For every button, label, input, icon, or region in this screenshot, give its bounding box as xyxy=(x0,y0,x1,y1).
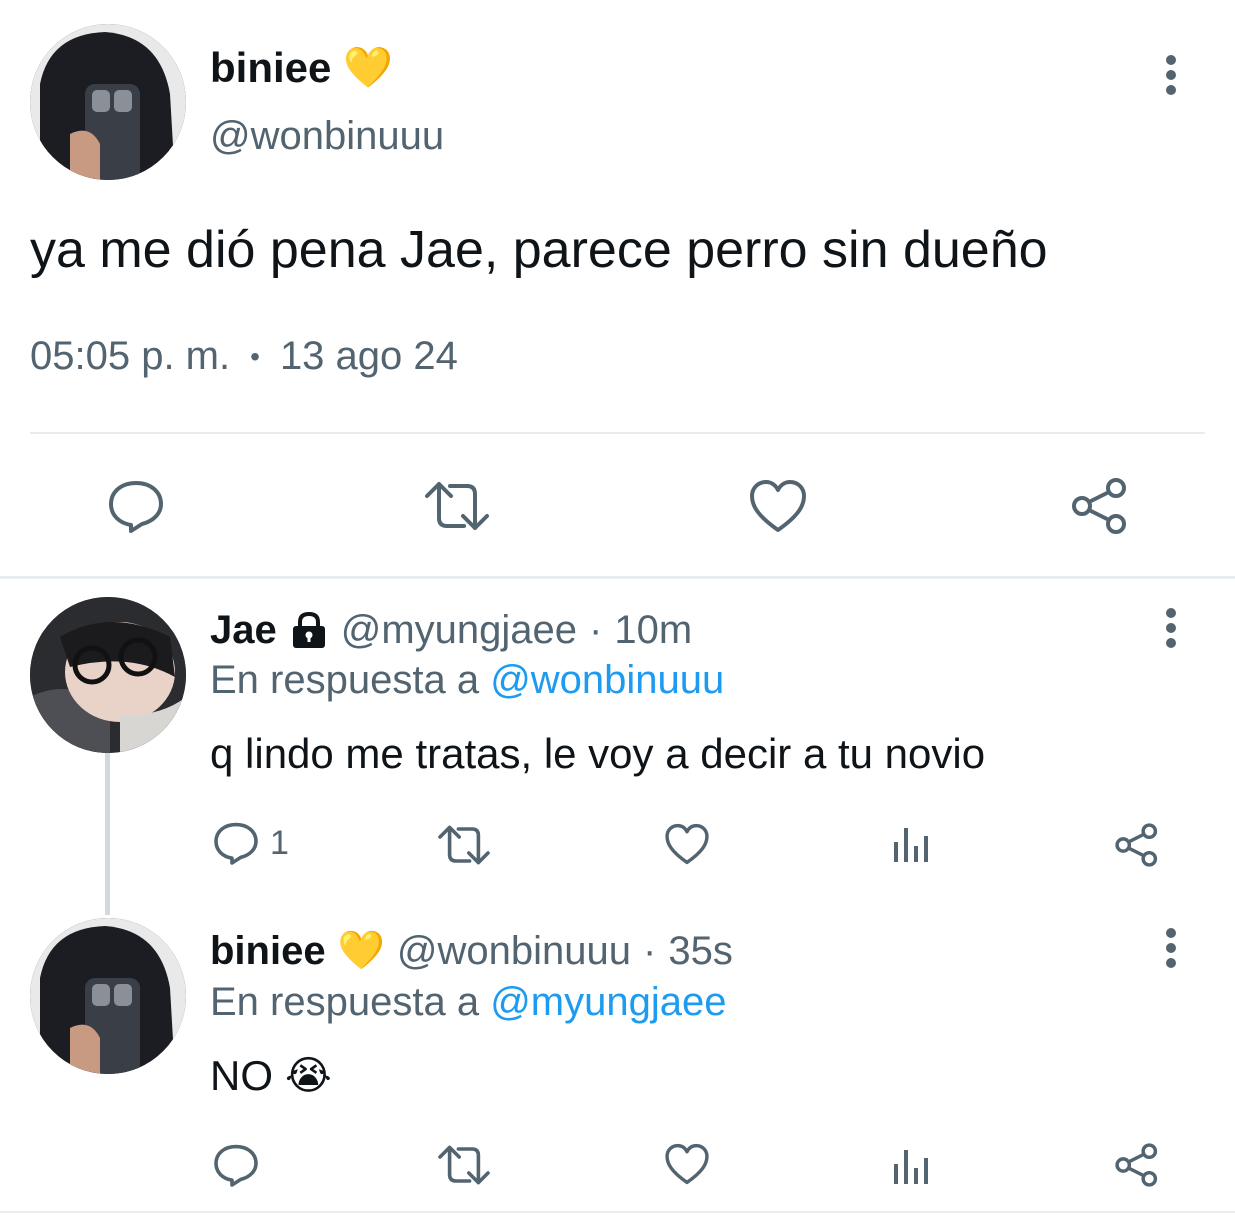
timestamp[interactable]: 35s xyxy=(668,929,733,974)
retweet-icon[interactable] xyxy=(436,822,492,868)
reply-to-prefix: En respuesta a xyxy=(210,658,480,702)
reply-context: En respuesta a @myungjaee xyxy=(210,980,726,1025)
dot-separator: · xyxy=(589,607,603,652)
avatar[interactable] xyxy=(30,597,186,753)
tweet-meta: 05:05 p. m. • 13 ago 24 xyxy=(30,334,458,379)
like-icon[interactable] xyxy=(664,822,710,866)
avatar[interactable] xyxy=(30,918,186,1074)
author-row: Jae @myungjaee · 10m xyxy=(210,604,692,656)
dot-separator: · xyxy=(643,928,657,973)
like-icon[interactable] xyxy=(664,1142,710,1186)
heart-emoji: 💛 xyxy=(337,930,385,972)
analytics-icon[interactable] xyxy=(890,1146,934,1186)
like-icon[interactable] xyxy=(748,478,808,534)
more-options-icon[interactable] xyxy=(1156,50,1186,100)
more-options-icon[interactable] xyxy=(1156,923,1186,973)
thread-line xyxy=(105,753,110,915)
handle[interactable]: @wonbinuuu xyxy=(397,929,631,974)
bottom-divider xyxy=(0,1211,1235,1213)
display-name[interactable]: Jae xyxy=(210,608,277,653)
reply-to-handle[interactable]: @myungjaee xyxy=(490,980,726,1024)
analytics-icon[interactable] xyxy=(890,824,934,864)
heart-emoji: 💛 xyxy=(343,46,394,90)
lock-icon xyxy=(289,610,329,650)
display-name[interactable]: biniee xyxy=(210,44,331,92)
tweet-date[interactable]: 13 ago 24 xyxy=(280,334,458,379)
avatar[interactable] xyxy=(30,24,186,180)
reply-context: En respuesta a @wonbinuuu xyxy=(210,658,724,703)
reply-icon[interactable] xyxy=(106,478,166,534)
share-icon[interactable] xyxy=(1114,1142,1160,1188)
tweet-text: q lindo me tratas, le voy a decir a tu n… xyxy=(210,730,986,777)
divider xyxy=(30,432,1205,434)
author-row: biniee 💛 @wonbinuuu · 35s xyxy=(210,925,733,977)
reply-icon[interactable] xyxy=(212,820,260,866)
section-divider xyxy=(0,576,1235,579)
handle[interactable]: @myungjaee xyxy=(341,608,577,653)
more-options-icon[interactable] xyxy=(1156,603,1186,653)
tweet-text: ya me dió pena Jae, parece perro sin due… xyxy=(30,221,1048,279)
tweet-time[interactable]: 05:05 p. m. xyxy=(30,334,230,379)
reply-icon[interactable] xyxy=(212,1142,260,1188)
tweet-text: NO xyxy=(210,1052,273,1099)
tweet-text-row: NO 😭 xyxy=(210,1052,332,1100)
retweet-icon[interactable] xyxy=(422,478,492,534)
handle[interactable]: @wonbinuuu xyxy=(210,114,444,159)
retweet-icon[interactable] xyxy=(436,1142,492,1188)
reply-action[interactable]: 1 xyxy=(212,820,289,866)
share-icon[interactable] xyxy=(1114,822,1160,868)
display-name[interactable]: biniee xyxy=(210,929,326,974)
meta-separator: • xyxy=(250,340,260,372)
timestamp[interactable]: 10m xyxy=(614,608,692,653)
author-row: biniee 💛 xyxy=(210,42,393,94)
reply-to-prefix: En respuesta a xyxy=(210,980,480,1024)
reply-count: 1 xyxy=(270,823,289,862)
share-icon[interactable] xyxy=(1070,476,1130,536)
crying-emoji: 😭 xyxy=(285,1054,332,1098)
reply-to-handle[interactable]: @wonbinuuu xyxy=(490,658,724,702)
